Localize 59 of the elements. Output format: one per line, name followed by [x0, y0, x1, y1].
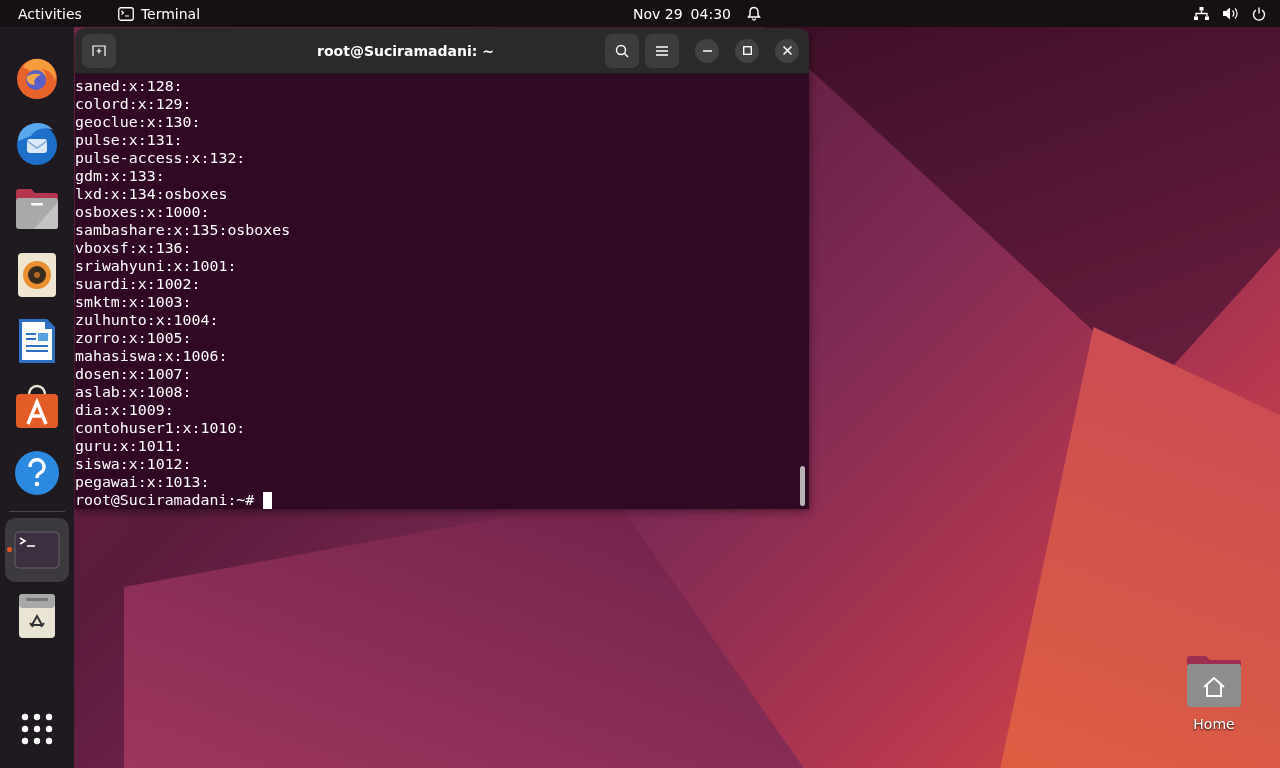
terminal-line: contohuser1:x:1010: — [75, 419, 246, 437]
menu-icon — [656, 45, 668, 56]
terminal-icon — [117, 6, 134, 21]
volume-icon[interactable] — [1223, 7, 1238, 20]
window-title: root@Suciramadani: ~ — [316, 42, 495, 59]
terminal-line: gdm:x:133: — [75, 167, 165, 185]
terminal-line: saned:x:128: — [75, 77, 183, 95]
clock-time[interactable]: 04:30 — [690, 5, 731, 22]
terminal-line: zulhunto:x:1004: — [75, 311, 219, 329]
terminal-line: aslab:x:1008: — [75, 383, 192, 401]
terminal-line: vboxsf:x:136: — [75, 239, 192, 257]
terminal-line: mahasiswa:x:1006: — [75, 347, 228, 365]
terminal-icon[interactable] — [14, 531, 60, 569]
terminal-line: lxd:x:134:osboxes — [75, 185, 228, 203]
terminal-line: osboxes:x:1000: — [75, 203, 210, 221]
maximize-icon — [742, 46, 752, 55]
app-menu[interactable]: Terminal — [140, 5, 201, 22]
terminal-line: pegawai:x:1013: — [75, 473, 210, 491]
terminal-line: pulse-access:x:132: — [75, 149, 246, 167]
terminal-line: guru:x:1011: — [75, 437, 183, 455]
scrollbar-thumb[interactable] — [800, 466, 805, 506]
terminal-line: colord:x:129: — [75, 95, 192, 113]
running-indicator — [7, 547, 12, 552]
new-tab-icon — [92, 44, 106, 57]
terminal-line: zorro:x:1005: — [75, 329, 192, 347]
clock-date[interactable]: Nov 29 — [633, 5, 683, 22]
terminal-line: suardi:x:1002: — [75, 275, 201, 293]
app-grid-icon[interactable] — [21, 713, 53, 745]
desktop-icon-label[interactable]: Home — [1193, 716, 1235, 732]
terminal-line: sriwahyuni:x:1001: — [75, 257, 237, 275]
close-icon — [782, 46, 792, 55]
network-icon[interactable] — [1194, 7, 1209, 20]
terminal-line: geoclue:x:130: — [75, 113, 201, 131]
shell-prompt: root@Suciramadani:~# — [75, 491, 255, 509]
terminal-line: siswa:x:1012: — [75, 455, 192, 473]
shopping-bag-icon[interactable] — [14, 384, 60, 430]
search-button[interactable] — [605, 33, 639, 68]
maximize-button[interactable] — [735, 38, 759, 63]
help-icon[interactable] — [14, 450, 60, 496]
folder-icon[interactable] — [14, 188, 60, 230]
terminal-line: smktm:x:1003: — [75, 293, 192, 311]
activities-button[interactable]: Activities — [18, 5, 82, 22]
terminal-line: sambashare:x:135:osboxes — [75, 221, 291, 239]
minimize-button[interactable] — [695, 38, 719, 63]
close-button[interactable] — [775, 38, 799, 63]
recycle-bin-icon[interactable] — [18, 593, 56, 639]
home-folder-icon[interactable] — [1185, 654, 1243, 708]
minimize-icon — [702, 49, 712, 52]
document-icon[interactable] — [17, 317, 57, 365]
menu-button[interactable] — [645, 33, 679, 68]
bell-icon[interactable] — [746, 6, 761, 21]
new-tab-button[interactable] — [82, 33, 116, 68]
terminal-line: dosen:x:1007: — [75, 365, 192, 383]
terminal-line: pulse:x:131: — [75, 131, 183, 149]
search-icon — [615, 43, 629, 58]
text-cursor — [263, 491, 273, 509]
power-icon[interactable] — [1252, 6, 1266, 21]
terminal-line: dia:x:1009: — [75, 401, 174, 419]
speaker-icon[interactable] — [17, 252, 57, 298]
